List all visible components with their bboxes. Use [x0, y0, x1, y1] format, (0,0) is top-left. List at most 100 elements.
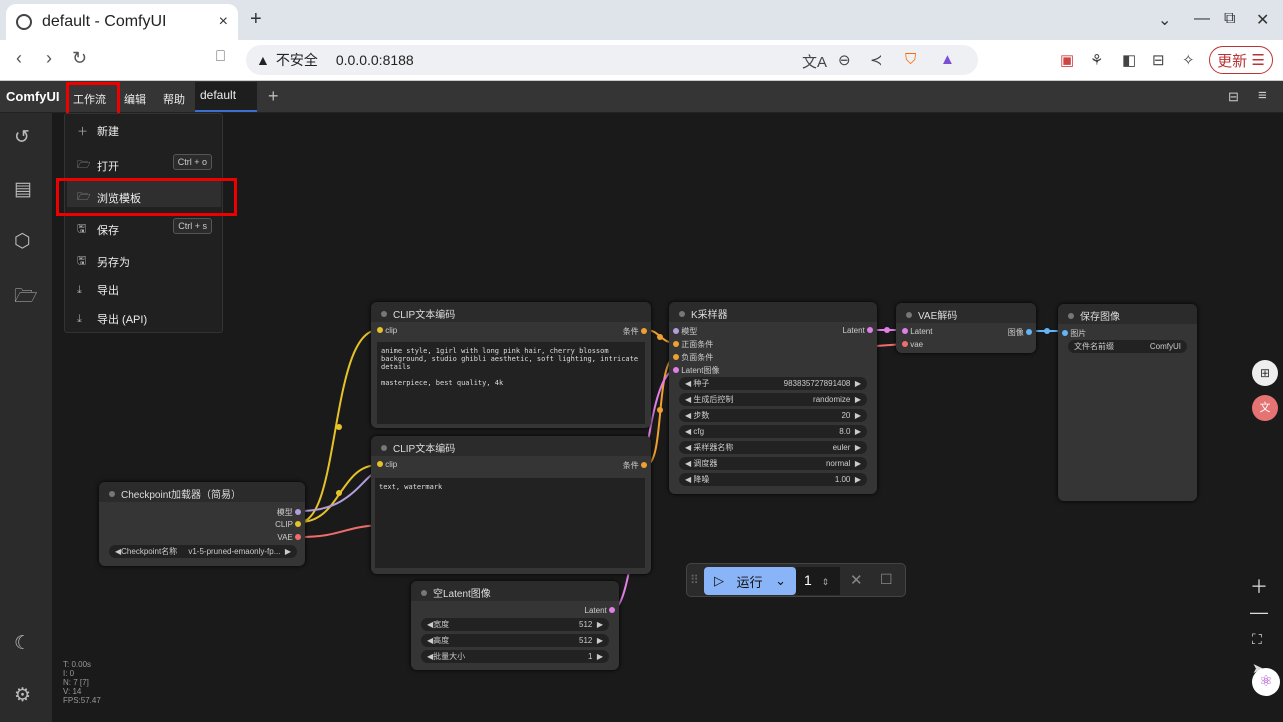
positive-input-slot[interactable]: 正面条件: [673, 339, 713, 350]
menu-item-new[interactable]: ＋ 新建: [77, 123, 119, 139]
slot-dot[interactable]: [673, 328, 679, 334]
menu-item-save[interactable]: 🖫 保存: [77, 220, 119, 239]
vae-input-slot[interactable]: vae: [902, 340, 923, 349]
node-title[interactable]: K采样器: [669, 302, 877, 322]
batch-size-widget[interactable]: ◀ 批量大小 1 ▶: [421, 650, 609, 663]
node-title[interactable]: CLIP文本编码: [371, 302, 651, 322]
right-arrow-icon[interactable]: ▶: [855, 459, 861, 468]
images-input-slot[interactable]: 图片: [1062, 328, 1086, 339]
cancel-icon[interactable]: ✕: [850, 571, 863, 589]
node-title[interactable]: 空Latent图像: [411, 581, 619, 601]
slot-dot[interactable]: [295, 521, 301, 527]
checkpoint-loader-node[interactable]: Checkpoint加载器（简易） 模型 CLIP VAE ◀ Checkpoin…: [99, 482, 305, 566]
right-arrow-icon[interactable]: ▶: [855, 427, 861, 436]
clip-output-slot[interactable]: CLIP: [275, 520, 301, 529]
image-output-slot[interactable]: 图像: [1008, 327, 1032, 338]
slot-dot[interactable]: [295, 534, 301, 540]
left-arrow-icon[interactable]: ◀: [685, 475, 691, 484]
node-title[interactable]: 保存图像: [1058, 304, 1197, 324]
run-button[interactable]: ▷ 运行 ⌄: [704, 567, 796, 595]
chevron-down-icon[interactable]: ⌄: [775, 573, 786, 589]
latent-input-slot[interactable]: Latent图像: [673, 365, 719, 376]
right-arrow-icon[interactable]: ▶: [855, 379, 861, 388]
slot-dot[interactable]: [295, 509, 301, 515]
scheduler-widget[interactable]: ◀ 调度器 normal ▶: [679, 457, 867, 470]
width-widget[interactable]: ◀ 宽度 512 ▶: [421, 618, 609, 631]
left-arrow-icon[interactable]: ◀: [685, 443, 691, 452]
menu-item-export-api[interactable]: ⤓ 导出 (API): [77, 311, 147, 327]
empty-latent-node[interactable]: 空Latent图像 Latent ◀ 宽度 512 ▶ ◀ 高度 512 ▶ ◀ 批量大小…: [411, 581, 619, 670]
fit-view-icon[interactable]: ⛶: [1252, 631, 1262, 648]
vae-output-slot[interactable]: VAE: [277, 533, 301, 542]
drag-handle-icon[interactable]: ⠿: [690, 573, 699, 587]
left-arrow-icon[interactable]: ◀: [685, 459, 691, 468]
right-arrow-icon[interactable]: ▶: [855, 395, 861, 404]
seed-widget[interactable]: ◀ 种子 983835727891408 ▶: [679, 377, 867, 390]
negative-input-slot[interactable]: 负面条件: [673, 352, 713, 363]
save-image-node[interactable]: 保存图像 图片 文件名前缀 ComfyUI: [1058, 304, 1197, 501]
conditioning-output-slot[interactable]: 条件: [623, 326, 647, 337]
menu-item-save-as[interactable]: 🖫 另存为: [77, 252, 130, 271]
slot-label: Latent: [910, 327, 933, 336]
control-after-generate-widget[interactable]: ◀ 生成后控制 randomize ▶: [679, 393, 867, 406]
steps-widget[interactable]: ◀ 步数 20 ▶: [679, 409, 867, 422]
slot-dot[interactable]: [673, 354, 679, 360]
right-arrow-icon[interactable]: ▶: [597, 652, 603, 661]
cfg-widget[interactable]: ◀ cfg 8.0 ▶: [679, 425, 867, 438]
slot-dot[interactable]: [641, 462, 647, 468]
menu-item-export[interactable]: ⤓ 导出: [77, 282, 119, 298]
right-arrow-icon[interactable]: ▶: [285, 547, 291, 556]
vae-decode-node[interactable]: VAE解码 Latent vae 图像: [896, 303, 1036, 353]
slot-dot[interactable]: [377, 461, 383, 467]
stepper-icon[interactable]: ⇕: [822, 577, 830, 587]
right-arrow-icon[interactable]: ▶: [855, 443, 861, 452]
clip-text-node-positive[interactable]: CLIP文本编码 clip 条件 anime style, 1girl with…: [371, 302, 651, 428]
sampler-name-widget[interactable]: ◀ 采样器名称 euler ▶: [679, 441, 867, 454]
slot-dot[interactable]: [673, 367, 679, 373]
menu-item-open[interactable]: 🗁 打开: [77, 156, 119, 175]
slot-dot[interactable]: [1026, 329, 1032, 335]
node-library-icon[interactable]: ⊞: [1252, 360, 1278, 386]
slot-dot[interactable]: [902, 341, 908, 347]
slot-dot[interactable]: [609, 607, 615, 613]
node-title[interactable]: CLIP文本编码: [371, 436, 651, 456]
node-title[interactable]: Checkpoint加载器（简易）: [99, 482, 305, 502]
ksampler-node[interactable]: K采样器 模型 正面条件 负面条件 Latent图像 Latent ◀ 种子 98…: [669, 302, 877, 494]
brain-assistant-icon[interactable]: ⚛: [1252, 668, 1280, 696]
conditioning-output-slot[interactable]: 条件: [623, 460, 647, 471]
zoom-in-icon[interactable]: ＋: [1250, 573, 1268, 599]
model-output-slot[interactable]: 模型: [277, 507, 301, 518]
left-arrow-icon[interactable]: ◀: [685, 395, 691, 404]
slot-dot[interactable]: [673, 341, 679, 347]
latent-output-slot[interactable]: Latent: [843, 326, 873, 335]
clip-input-slot[interactable]: clip: [377, 326, 397, 335]
right-arrow-icon[interactable]: ▶: [597, 620, 603, 629]
left-arrow-icon[interactable]: ◀: [685, 411, 691, 420]
right-arrow-icon[interactable]: ▶: [855, 411, 861, 420]
slot-dot[interactable]: [641, 328, 647, 334]
prompt-textarea[interactable]: text, watermark: [375, 478, 645, 568]
translate-badge-icon[interactable]: 文: [1252, 395, 1278, 421]
slot-dot[interactable]: [377, 327, 383, 333]
model-input-slot[interactable]: 模型: [673, 326, 697, 337]
zoom-out-icon[interactable]: —: [1250, 602, 1268, 623]
slot-dot[interactable]: [902, 328, 908, 334]
node-title[interactable]: VAE解码: [896, 303, 1036, 323]
latent-output-slot[interactable]: Latent: [585, 606, 615, 615]
right-arrow-icon[interactable]: ▶: [597, 636, 603, 645]
ckpt-name-widget[interactable]: ◀ Checkpoint名称 v1-5-pruned-emaonly-fp... ▶: [109, 545, 297, 558]
clip-text-node-negative[interactable]: CLIP文本编码 clip 条件 text, watermark: [371, 436, 651, 574]
slot-dot[interactable]: [867, 327, 873, 333]
right-arrow-icon[interactable]: ▶: [855, 475, 861, 484]
left-arrow-icon[interactable]: ◀: [685, 379, 691, 388]
denoise-widget[interactable]: ◀ 降噪 1.00 ▶: [679, 473, 867, 486]
height-widget[interactable]: ◀ 高度 512 ▶: [421, 634, 609, 647]
slot-dot[interactable]: [1062, 330, 1068, 336]
latent-input-slot[interactable]: Latent: [902, 327, 932, 336]
left-arrow-icon[interactable]: ◀: [685, 427, 691, 436]
batch-count-input[interactable]: 1 ⇕: [796, 567, 840, 595]
filename-prefix-widget[interactable]: 文件名前缀 ComfyUI: [1068, 340, 1187, 353]
clip-input-slot[interactable]: clip: [377, 460, 397, 469]
prompt-textarea[interactable]: anime style, 1girl with long pink hair, …: [377, 342, 645, 424]
clear-queue-icon[interactable]: ☐: [880, 571, 893, 588]
